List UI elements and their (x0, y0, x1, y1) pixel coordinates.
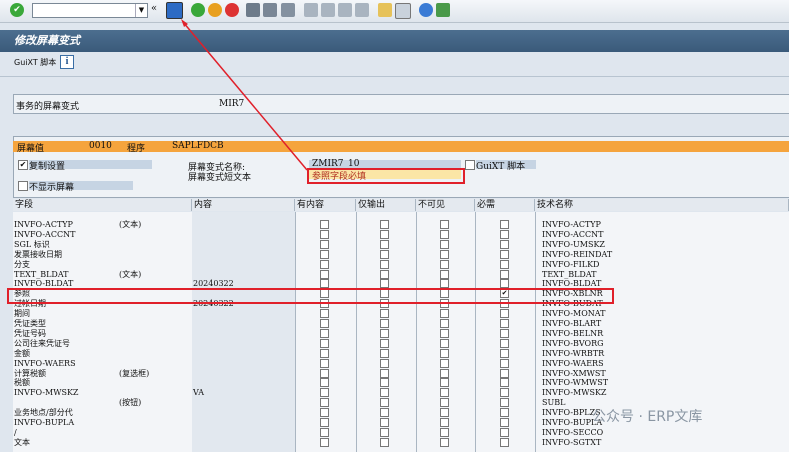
annotation-arrow (181, 19, 308, 171)
watermark-text: 公众号 · ERP文库 (592, 409, 703, 425)
